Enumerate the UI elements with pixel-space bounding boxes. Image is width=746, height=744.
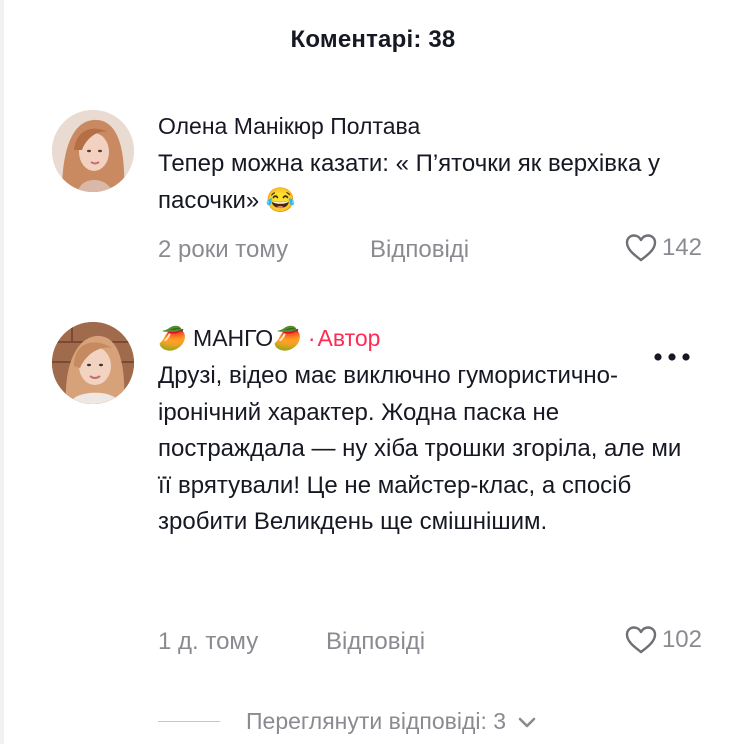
- view-replies-button[interactable]: Переглянути відповіді: 3: [158, 708, 538, 735]
- avatar[interactable]: [52, 110, 134, 192]
- left-border: [0, 0, 4, 744]
- heart-outline-icon: [625, 234, 657, 262]
- view-replies-label: Переглянути відповіді: 3: [246, 708, 507, 734]
- comments-header-title: Коментарі: 38: [290, 26, 456, 53]
- chevron-down-icon: [518, 717, 536, 727]
- comment-text: Тепер можна казати: « П’яточки як верхів…: [158, 150, 660, 214]
- comment-item: Олена Манікюр Полтава Тепер можна казати…: [52, 110, 702, 270]
- like-button[interactable]: 142: [624, 232, 702, 264]
- reply-button[interactable]: Відповіді: [370, 236, 469, 264]
- like-count: 102: [661, 626, 702, 653]
- comment-author[interactable]: МАНГО🥭: [193, 325, 302, 351]
- more-options-button[interactable]: [652, 350, 692, 368]
- reply-button[interactable]: Відповіді: [326, 628, 425, 656]
- comment-time: 2 роки тому: [158, 236, 289, 263]
- like-button[interactable]: 102: [624, 624, 702, 656]
- comment-time: 1 д. тому: [158, 628, 259, 655]
- comment-body: 🥭 МАНГО🥭 ·Автор Друзі, відео має виключно…: [158, 322, 688, 541]
- like-count: 142: [661, 234, 702, 261]
- comment-body: Олена Манікюр Полтава Тепер можна казати…: [158, 110, 688, 219]
- comment-text: Друзі, відео має виключно гумористично-і…: [158, 362, 682, 535]
- author-badge-separator: ·: [307, 325, 316, 351]
- heart-outline-icon: [625, 626, 657, 654]
- avatar[interactable]: [52, 322, 134, 404]
- comment-author[interactable]: Олена Манікюр Полтава: [158, 110, 688, 142]
- comment-author-line: 🥭 МАНГО🥭 ·Автор: [158, 322, 688, 354]
- more-dots-icon: [654, 353, 690, 361]
- author-badge: Автор: [317, 325, 381, 351]
- mango-emoji-icon: 🥭: [158, 325, 187, 351]
- comment-item: 🥭 МАНГО🥭 ·Автор Друзі, відео має виключно…: [52, 322, 702, 682]
- divider-line: [158, 721, 220, 722]
